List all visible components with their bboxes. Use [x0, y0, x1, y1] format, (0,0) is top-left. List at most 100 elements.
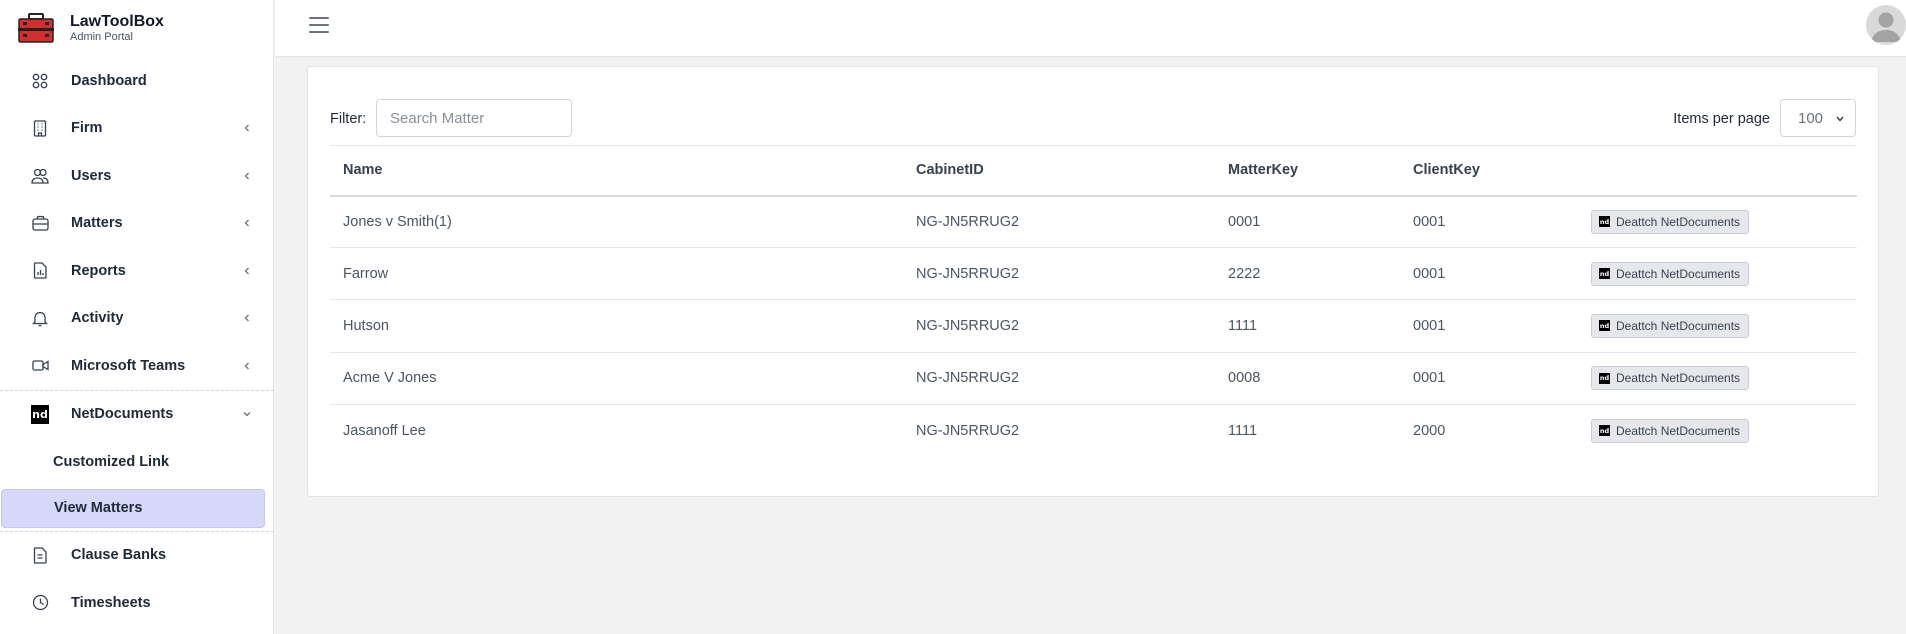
cell-cabinetid: NG-JN5RRUG2 [903, 299, 1215, 353]
brand[interactable]: LawToolBox Admin Portal [18, 10, 164, 46]
cell-action: nd Deattch NetDocuments [1578, 352, 1857, 405]
chevron-left-icon [244, 124, 249, 132]
cell-action: nd Deattch NetDocuments [1578, 195, 1857, 249]
sidebar-item-label: Firm [71, 120, 103, 137]
filter-label: Filter: [330, 111, 367, 127]
column-header-matterkey[interactable]: MatterKey [1215, 145, 1400, 197]
cell-name: Hutson [330, 299, 903, 353]
chevron-left-icon [244, 172, 249, 180]
nd-icon: nd [1599, 216, 1610, 228]
sidebar-item-microsoft-teams[interactable]: Microsoft Teams [0, 342, 274, 390]
matters-card: Filter: Items per page 100 Name CabinetI… [307, 66, 1879, 497]
chevron-left-icon [244, 267, 249, 275]
sidebar-item-users[interactable]: Users [0, 152, 274, 200]
sidebar-item-timesheets[interactable]: Timesheets [0, 579, 274, 627]
column-header-actions [1578, 145, 1857, 197]
toolbox-logo-icon [18, 13, 54, 43]
sidebar-item-label: Activity [71, 310, 124, 327]
items-per-page-label: Items per page [1673, 111, 1770, 127]
sidebar-item-label: NetDocuments [71, 406, 174, 423]
detach-netdocuments-button[interactable]: nd Deattch NetDocuments [1591, 418, 1750, 443]
cell-matterkey: 0001 [1215, 195, 1400, 249]
cell-name: Acme V Jones [330, 352, 903, 405]
cell-clientkey: 0001 [1400, 299, 1578, 353]
cell-name: Jasanoff Lee [343, 422, 426, 439]
button-label: Deattch NetDocuments [1616, 214, 1741, 229]
sidebar-item-label: Timesheets [71, 594, 151, 611]
matters-table: Name CabinetID MatterKey ClientKey Jones… [330, 145, 1857, 456]
cell-cabinetid: NG-JN5RRUG2 [916, 422, 1020, 439]
sidebar-item-label: Dashboard [71, 72, 147, 89]
briefcase-icon [31, 214, 49, 232]
avatar[interactable] [1866, 5, 1906, 45]
detach-netdocuments-button[interactable]: nd Deattch NetDocuments [1591, 261, 1750, 286]
cell-clientkey: 0001 [1400, 352, 1578, 405]
brand-title: LawToolBox [70, 12, 164, 30]
column-header-cabinetid[interactable]: CabinetID [903, 145, 1215, 197]
sidebar-item-dashboard[interactable]: Dashboard [0, 57, 274, 105]
sidebar-item-clause-banks[interactable]: Clause Banks [0, 532, 274, 580]
detach-netdocuments-button[interactable]: nd Deattch NetDocuments [1591, 313, 1750, 338]
table-row: Acme V Jones NG-JN5RRUG2 0008 0001 nd Dea… [330, 352, 1857, 405]
nd-icon: nd [1599, 425, 1610, 437]
table-row: Jasanoff Lee NG-JN5RRUG2 1111 2000 nd Dea… [330, 404, 1857, 456]
cell-matterkey: 0008 [1215, 352, 1400, 405]
chevron-left-icon [244, 219, 249, 227]
items-per-page-select[interactable]: 100 [1780, 99, 1856, 137]
nd-icon: nd [1599, 268, 1610, 280]
sidebar-item-reports[interactable]: Reports [0, 247, 274, 295]
sidebar-item-netdocuments[interactable]: nd NetDocuments [0, 391, 274, 439]
cell-clientkey: 0001 [1400, 195, 1578, 249]
sidebar-subitem-customized-link[interactable]: Customized Link [0, 438, 274, 486]
button-label: Deattch NetDocuments [1616, 423, 1741, 438]
sidebar: LawToolBox Admin Portal Dashboard Firm U… [0, 0, 274, 634]
table-row: Jones v Smith(1) NG-JN5RRUG2 0001 0001 n… [330, 195, 1857, 249]
sidebar-item-label: Microsoft Teams [71, 357, 186, 374]
top-header [275, 0, 1906, 57]
brand-subtitle: Admin Portal [70, 30, 133, 43]
sidebar-subitem-view-matters[interactable]: View Matters [1, 488, 265, 528]
cell-name: Jones v Smith(1) [330, 195, 903, 249]
search-matter-input[interactable] [376, 99, 572, 137]
clock-icon [31, 594, 49, 612]
table-header-row: Name CabinetID MatterKey ClientKey [330, 145, 1857, 197]
menu-icon[interactable] [309, 17, 329, 35]
column-header-name[interactable]: Name [330, 145, 903, 197]
sidebar-item-matters[interactable]: Matters [0, 200, 274, 248]
chevron-down-icon [243, 412, 251, 417]
table-row: Farrow NG-JN5RRUG2 2222 0001 nd Deattch N… [330, 247, 1857, 301]
user-avatar-icon [1871, 12, 1901, 42]
chevron-left-icon [244, 314, 249, 322]
building-icon [31, 119, 49, 137]
cell-matterkey: 2222 [1215, 247, 1400, 301]
sidebar-item-label: Users [71, 167, 112, 184]
button-label: Deattch NetDocuments [1616, 266, 1741, 281]
nd-icon: nd [31, 404, 49, 424]
sidebar-item-activity[interactable]: Activity [0, 295, 274, 343]
sidebar-nav: Dashboard Firm Users Matters Reports Act… [0, 57, 274, 627]
nd-icon: nd [1599, 320, 1610, 332]
chevron-down-icon [1836, 116, 1844, 122]
table-row: Hutson NG-JN5RRUG2 1111 0001 nd Deattch N… [330, 299, 1857, 353]
cell-clientkey: 2000 [1413, 422, 1446, 439]
sidebar-item-firm[interactable]: Firm [0, 105, 274, 153]
grid-icon [31, 72, 49, 90]
detach-netdocuments-button[interactable]: nd Deattch NetDocuments [1591, 209, 1750, 234]
button-label: Deattch NetDocuments [1616, 371, 1741, 386]
sidebar-item-label: Matters [71, 215, 123, 232]
document-icon [31, 546, 49, 564]
column-header-clientkey[interactable]: ClientKey [1400, 145, 1578, 197]
users-icon [31, 167, 49, 185]
video-icon [31, 357, 49, 375]
cell-action: nd Deattch NetDocuments [1578, 404, 1857, 456]
sidebar-item-label: Reports [71, 262, 126, 279]
sidebar-item-label: Clause Banks [71, 547, 167, 564]
cell-matterkey: 1111 [1228, 422, 1258, 439]
cell-clientkey: 0001 [1400, 247, 1578, 301]
chevron-left-icon [244, 362, 249, 370]
bell-icon [31, 309, 49, 327]
report-icon [31, 262, 49, 280]
detach-netdocuments-button[interactable]: nd Deattch NetDocuments [1591, 366, 1750, 391]
cell-cabinetid: NG-JN5RRUG2 [903, 352, 1215, 405]
cell-cabinetid: NG-JN5RRUG2 [903, 247, 1215, 301]
